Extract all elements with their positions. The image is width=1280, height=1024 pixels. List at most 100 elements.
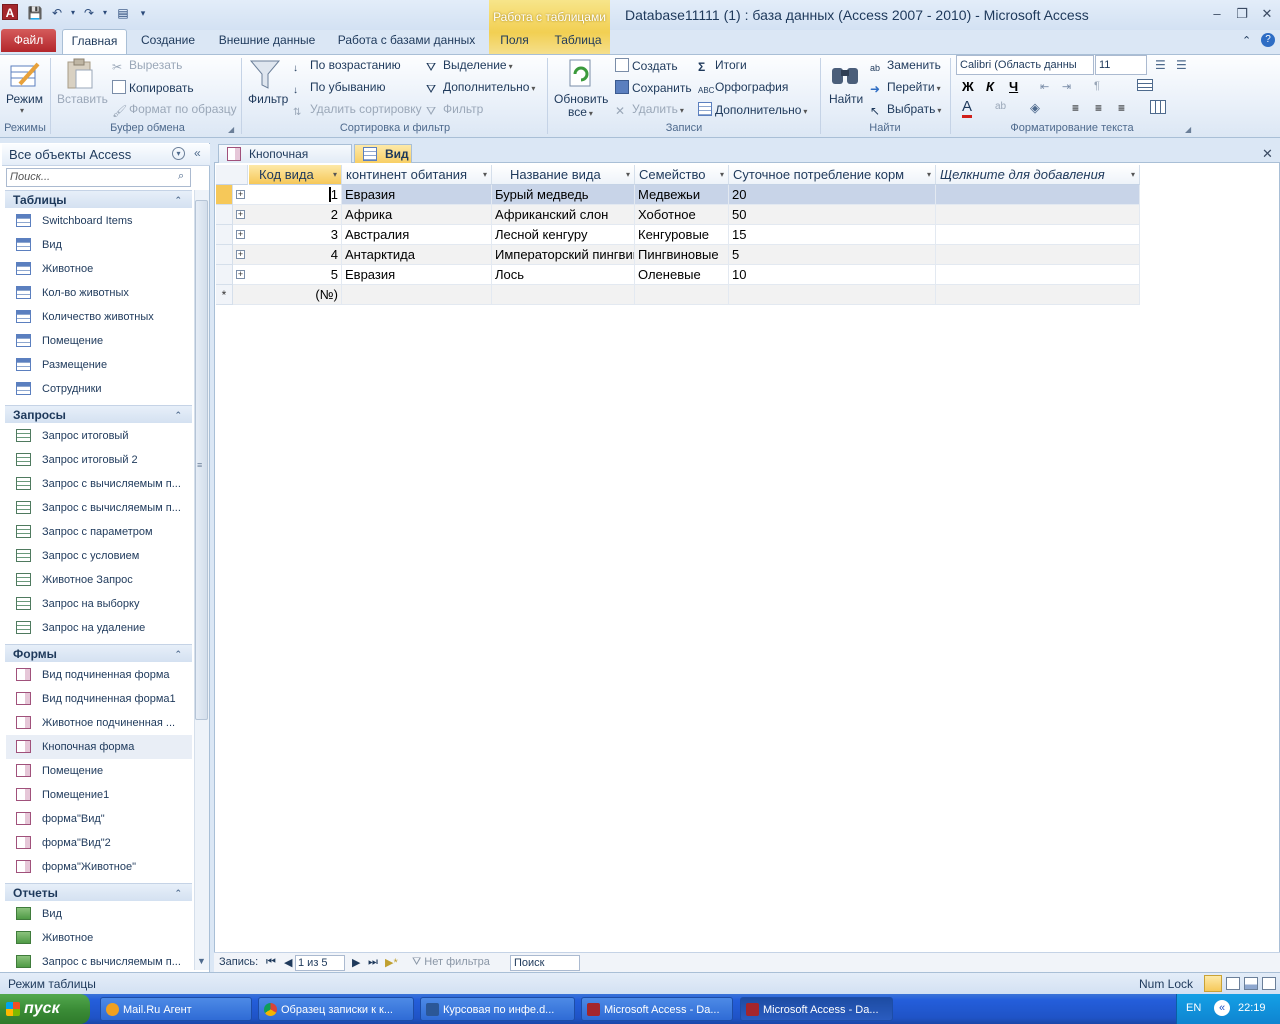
- clipboard-launcher-icon[interactable]: ◢: [228, 125, 234, 134]
- find-button[interactable]: Найти: [829, 92, 863, 106]
- record-selector[interactable]: [216, 265, 233, 285]
- chevron-up-icon[interactable]: ⌃: [174, 191, 182, 209]
- text-formatting-launcher-icon[interactable]: ◢: [1185, 125, 1191, 134]
- next-record-icon[interactable]: ▶: [352, 956, 360, 969]
- table-cell[interactable]: Кенгуровые: [635, 225, 729, 245]
- table-cell[interactable]: [936, 185, 1140, 205]
- nav-item[interactable]: Вид подчиненная форма1: [6, 687, 192, 711]
- refresh-all-button[interactable]: Обновить: [554, 92, 608, 106]
- binoculars-icon[interactable]: [830, 58, 860, 90]
- paragraph-direction-icon[interactable]: ¶: [1094, 80, 1100, 92]
- tab-table[interactable]: Таблица: [548, 33, 608, 53]
- table-cell[interactable]: 15: [729, 225, 936, 245]
- more-records-button[interactable]: Дополнительно ▾: [698, 102, 807, 117]
- italic-button[interactable]: К: [986, 79, 994, 94]
- nav-item[interactable]: Количество животных: [6, 305, 192, 329]
- align-center-icon[interactable]: ≡: [1095, 101, 1102, 115]
- taskbar-item-access-1[interactable]: Microsoft Access - Da...: [581, 997, 733, 1021]
- chevron-down-icon[interactable]: ▾: [927, 165, 931, 184]
- table-cell[interactable]: 3: [249, 225, 342, 245]
- table-cell[interactable]: 5: [249, 265, 342, 285]
- nav-item[interactable]: Запрос на выборку: [6, 592, 192, 616]
- nav-item[interactable]: форма"Животное": [6, 855, 192, 879]
- nav-item[interactable]: Запрос на удаление: [6, 616, 192, 640]
- record-position-input[interactable]: 1 из 5: [295, 955, 345, 971]
- indent-decrease-icon[interactable]: ⇤: [1040, 80, 1049, 93]
- record-selector[interactable]: [216, 225, 233, 245]
- new-row-cell[interactable]: (№): [249, 285, 342, 305]
- new-record-nav-icon[interactable]: ▶*: [385, 956, 398, 969]
- expand-plus-icon[interactable]: +: [236, 230, 245, 239]
- nav-item[interactable]: Размещение: [6, 353, 192, 377]
- align-right-icon[interactable]: ≡: [1118, 101, 1125, 115]
- no-filter-button[interactable]: ⛛ Нет фильтра: [412, 956, 490, 969]
- clock[interactable]: 22:19: [1238, 1002, 1266, 1014]
- table-cell[interactable]: Африканский слон: [492, 205, 635, 225]
- tab-database-tools[interactable]: Работа с базами данных: [334, 33, 479, 53]
- gridlines-icon[interactable]: [1150, 100, 1166, 114]
- nav-item[interactable]: Животное Запрос: [6, 568, 192, 592]
- table-cell[interactable]: Императорский пингвин: [492, 245, 635, 265]
- numbering-icon[interactable]: ☰: [1176, 58, 1187, 72]
- nav-item[interactable]: Запрос итоговый 2: [6, 448, 192, 472]
- nav-item[interactable]: Кнопочная форма: [6, 735, 192, 759]
- tab-external-data[interactable]: Внешние данные: [214, 33, 320, 53]
- table-cell[interactable]: 4: [249, 245, 342, 265]
- first-record-icon[interactable]: ⏮: [266, 956, 276, 969]
- table-cell[interactable]: Бурый медведь: [492, 185, 635, 205]
- chevron-up-icon[interactable]: ⌃: [174, 406, 182, 424]
- new-row-cell[interactable]: [492, 285, 635, 305]
- nav-item[interactable]: Помещение1: [6, 783, 192, 807]
- record-selector[interactable]: [216, 205, 233, 225]
- nav-item[interactable]: Вид подчиненная форма: [6, 663, 192, 687]
- nav-item[interactable]: Помещение: [6, 759, 192, 783]
- nav-item[interactable]: Запрос итоговый: [6, 424, 192, 448]
- nav-item[interactable]: Кол-во животных: [6, 281, 192, 305]
- column-header-continent[interactable]: континент обитания ▾: [342, 165, 492, 185]
- chevron-down-icon[interactable]: ▾: [333, 165, 337, 184]
- minimize-button[interactable]: –: [1207, 6, 1227, 22]
- replace-button[interactable]: ab Заменить: [870, 58, 941, 77]
- new-row-cell[interactable]: [342, 285, 492, 305]
- table-cell[interactable]: Оленевые: [635, 265, 729, 285]
- help-icon[interactable]: ?: [1261, 33, 1275, 47]
- font-size-combo[interactable]: 11: [1095, 55, 1147, 75]
- nav-item[interactable]: Животное подчиненная ...: [6, 711, 192, 735]
- totals-button[interactable]: Σ Итоги: [698, 58, 747, 74]
- funnel-icon[interactable]: [249, 58, 283, 92]
- nav-item[interactable]: Вид: [6, 233, 192, 257]
- pivot-table-view-icon[interactable]: [1226, 977, 1240, 990]
- nav-section-header[interactable]: Формы ⌃: [5, 644, 192, 662]
- chevron-down-icon[interactable]: ▾: [720, 165, 724, 184]
- nav-item[interactable]: Запрос с вычисляемым п...: [6, 950, 192, 972]
- nav-section-header[interactable]: Отчеты ⌃: [5, 883, 192, 901]
- pivot-chart-view-icon[interactable]: [1244, 977, 1258, 990]
- datasheet-view-icon[interactable]: [1204, 975, 1222, 992]
- filter-button[interactable]: Фильтр: [248, 92, 288, 106]
- table-cell[interactable]: Африка: [342, 205, 492, 225]
- spelling-button[interactable]: ABCОрфография: [698, 80, 788, 100]
- nav-item[interactable]: Запрос с условием: [6, 544, 192, 568]
- table-cell[interactable]: Лесной кенгуру: [492, 225, 635, 245]
- taskbar-item-access-2[interactable]: Microsoft Access - Da...: [740, 997, 893, 1021]
- font-color-icon[interactable]: A: [962, 99, 973, 118]
- nav-item[interactable]: форма"Вид"2: [6, 831, 192, 855]
- column-header-family[interactable]: Семейство ▾: [635, 165, 729, 185]
- expand-plus-icon[interactable]: +: [236, 270, 245, 279]
- nav-section-header[interactable]: Запросы ⌃: [5, 405, 192, 423]
- nav-item[interactable]: Вид: [6, 902, 192, 926]
- new-row-cell[interactable]: [936, 285, 1140, 305]
- prev-record-icon[interactable]: ◀: [284, 956, 292, 969]
- save-record-button[interactable]: Сохранить: [615, 80, 692, 95]
- nav-item[interactable]: Животное: [6, 257, 192, 281]
- last-record-icon[interactable]: ⏭: [368, 956, 378, 969]
- table-cell[interactable]: 1: [249, 185, 342, 205]
- nav-item[interactable]: Запрос с вычисляемым п...: [6, 496, 192, 520]
- nav-item[interactable]: Животное: [6, 926, 192, 950]
- table-cell[interactable]: [936, 245, 1140, 265]
- table-cell[interactable]: 20: [729, 185, 936, 205]
- ribbon-minimize-icon[interactable]: ⌃: [1242, 34, 1251, 47]
- remove-sort-button[interactable]: ⇅ Удалить сортировку: [293, 102, 422, 121]
- indent-increase-icon[interactable]: ⇥: [1062, 80, 1071, 93]
- taskbar-item-mailru[interactable]: Mail.Ru Агент: [100, 997, 252, 1021]
